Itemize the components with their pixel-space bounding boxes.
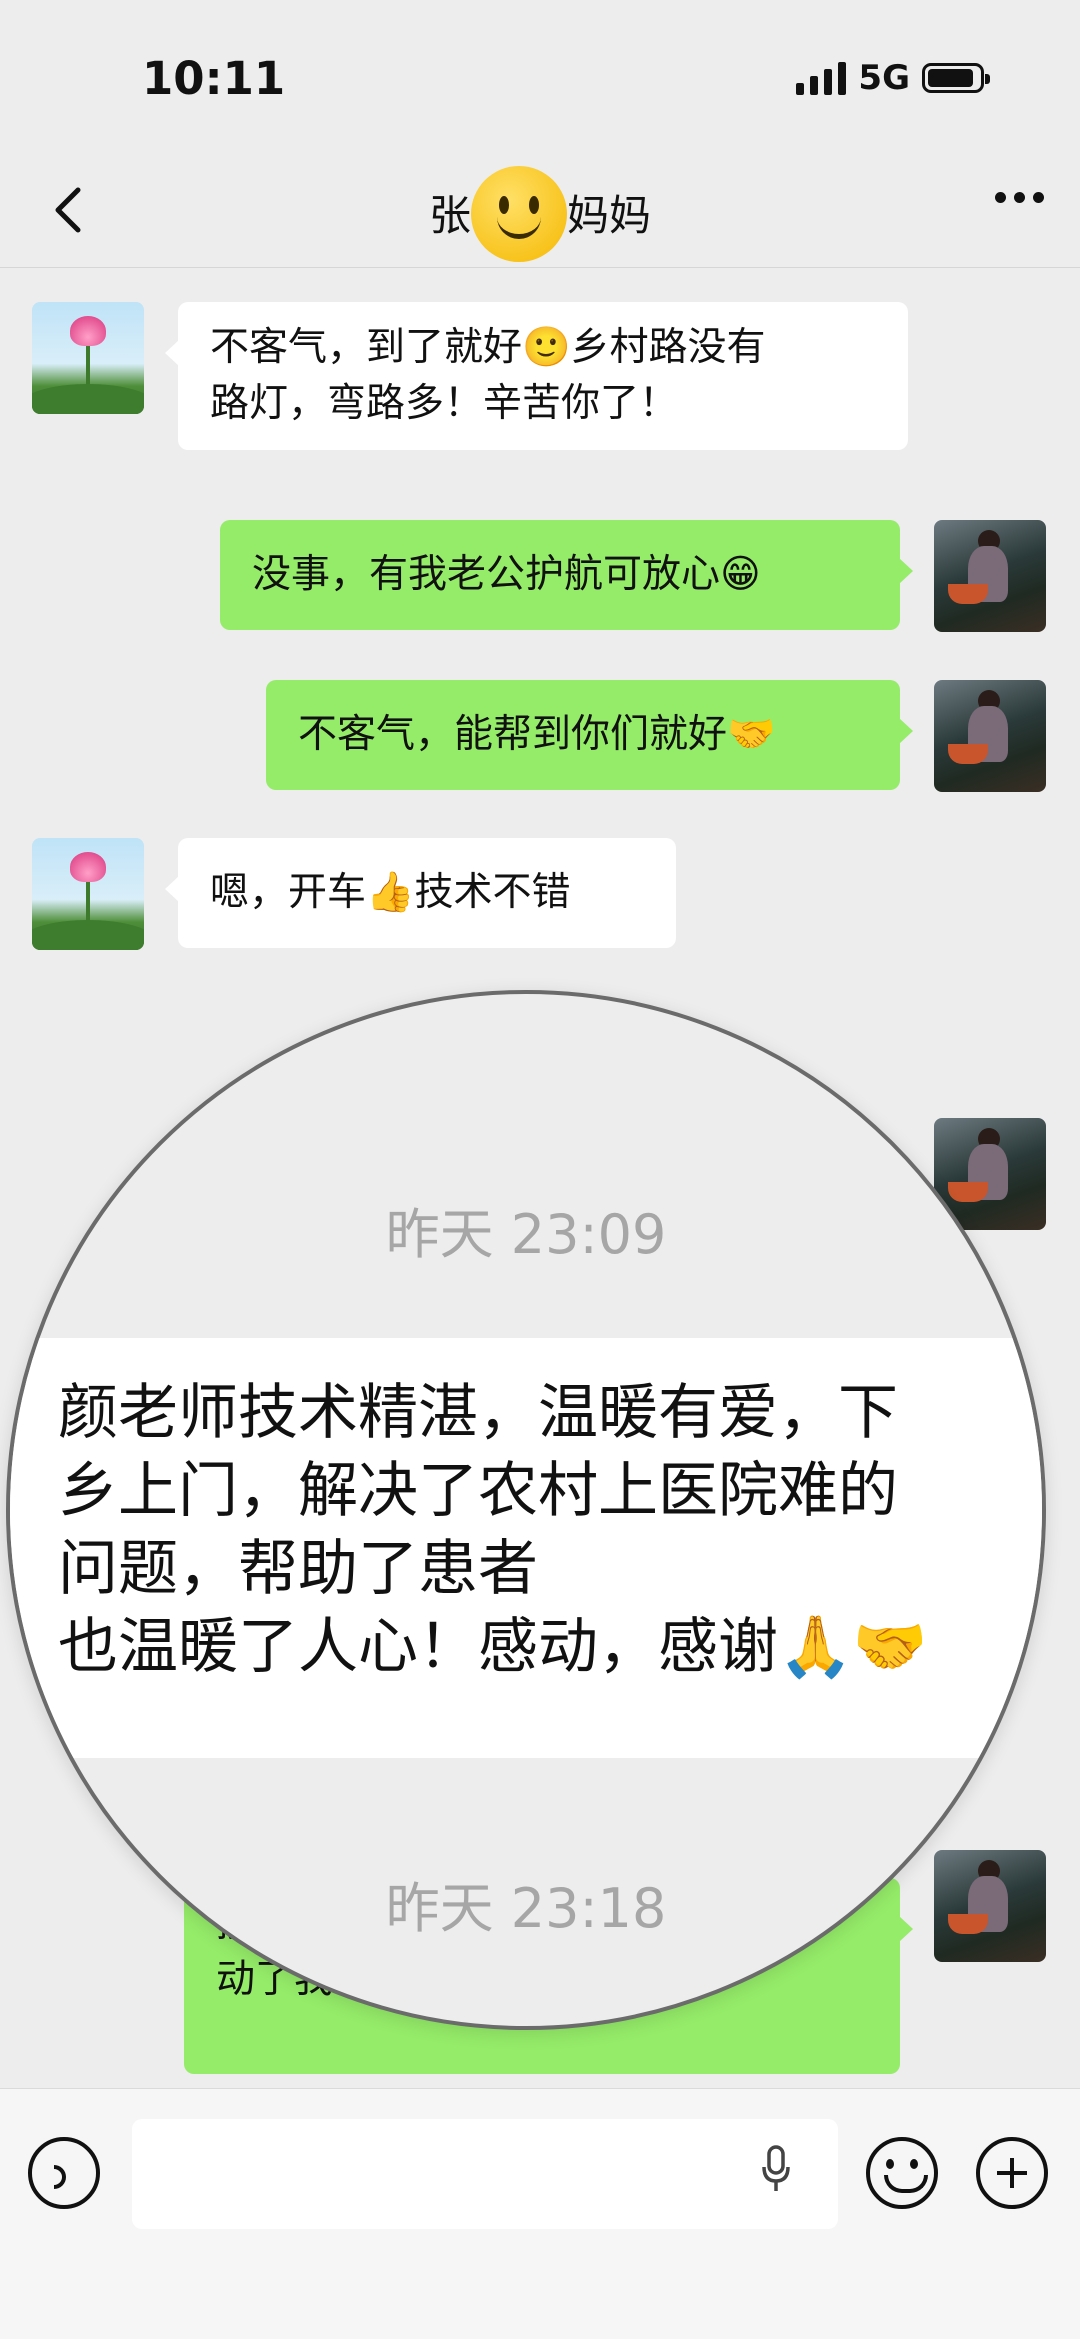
message-text: 嗯，开车👍技术不错 [210, 870, 571, 915]
timestamp: 昨天 23:09 [385, 1203, 667, 1266]
avatar-self[interactable] [934, 680, 1046, 792]
avatar-contact[interactable] [32, 302, 144, 414]
chat-title: 张 妈妈 [0, 165, 1080, 262]
message-text: 不客气，到了就好🙂乡村路没有 路灯，弯路多！辛苦你了！ [210, 325, 766, 426]
message-text: 没事，有我老公护航可放心😁 [252, 552, 761, 597]
message-bubble-sent[interactable]: 不客气，能帮到你们就好🤝 [266, 680, 913, 790]
message-input[interactable] [132, 2119, 838, 2229]
voice-button[interactable] [28, 2137, 100, 2209]
more-button[interactable] [995, 192, 1044, 203]
timestamp: 昨天 23:18 [385, 1877, 667, 1940]
avatar-self[interactable] [934, 520, 1046, 632]
message-bubble-received[interactable]: 嗯，开车👍技术不错 [165, 838, 676, 948]
status-time: 10:11 [142, 52, 286, 105]
magnifier-overlay: 昨天 23:09 颜老师技术精湛，温暖有爱，下 乡上门，解决了农村上医院难的 问… [6, 990, 1046, 2030]
status-bar: 10:11 5G [0, 0, 1080, 150]
mic-icon[interactable] [762, 2145, 790, 2195]
network-label: 5G [858, 58, 910, 98]
chat-title-left: 张 [428, 191, 471, 240]
emoji-button[interactable] [866, 2137, 938, 2209]
smiley-face-icon [471, 165, 567, 262]
chat-header: 张 妈妈 [0, 150, 1080, 268]
input-bar [0, 2088, 1080, 2339]
more-dots-icon [995, 192, 1006, 203]
signal-icon [796, 61, 847, 95]
message-text: 不客气，能帮到你们就好🤝 [298, 712, 776, 757]
battery-icon [922, 63, 990, 93]
avatar-contact[interactable] [32, 838, 144, 950]
message-bubble-received[interactable]: 不客气，到了就好🙂乡村路没有 路灯，弯路多！辛苦你了！ [165, 302, 908, 450]
message-bubble-sent[interactable]: 没事，有我老公护航可放心😁 [220, 520, 913, 630]
magnified-message: 颜老师技术精湛，温暖有爱，下 乡上门，解决了农村上医院难的 问题，帮助了患者 也… [10, 1338, 1042, 1758]
chat-title-right: 妈妈 [567, 191, 652, 240]
status-indicators: 5G [796, 58, 990, 98]
battery-fill [928, 69, 973, 87]
plus-button[interactable] [976, 2137, 1048, 2209]
